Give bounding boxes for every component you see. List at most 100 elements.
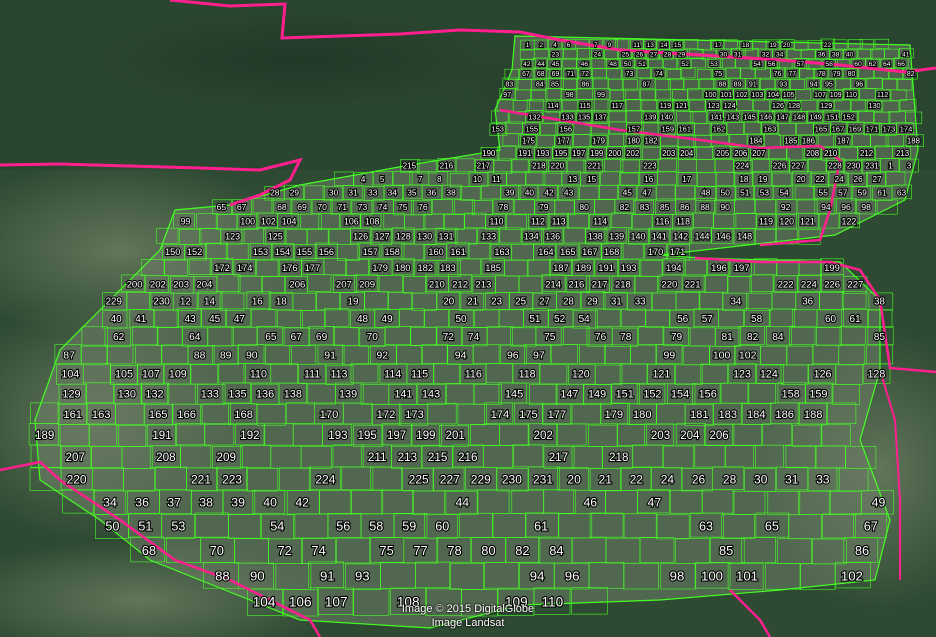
parcel-number: 124 xyxy=(724,101,736,110)
parcel-number: 205 xyxy=(716,149,730,158)
parcel-number: 28 xyxy=(723,472,737,486)
parcel-number: 171 xyxy=(866,124,879,133)
terrain-forest-patch-2 xyxy=(100,10,500,110)
map-view[interactable]: 1 2 4 6 7 9 11 13 14 15 17 18 19 20 22 23 24 25 26 27 28 29 30… xyxy=(0,0,936,637)
parcel-number: 213 xyxy=(896,149,910,158)
parcel-number: 113 xyxy=(552,216,566,226)
parcel-number: 93 xyxy=(355,568,370,583)
parcel-number: 112 xyxy=(877,90,888,99)
parcel-number: 159 xyxy=(661,124,674,133)
parcel-number: 151 xyxy=(616,389,634,401)
parcel-number: 30 xyxy=(754,472,768,486)
parcel-number: 215 xyxy=(428,451,448,464)
parcel-number: 206 xyxy=(289,279,305,290)
parcel-number: 44 xyxy=(537,61,545,68)
parcel-number: 72 xyxy=(278,543,292,558)
parcel-number: 20 xyxy=(567,472,581,486)
map-canvas[interactable]: 1 2 4 6 7 9 11 13 14 15 17 18 19 20 2223 24 25 26 27 28 29 30… xyxy=(0,0,936,637)
parcel-number: 145 xyxy=(743,113,756,122)
parcel-number: 76 xyxy=(774,71,782,78)
parcel-number: 89 xyxy=(220,350,232,362)
parcel-number: 66 xyxy=(897,61,905,68)
parcel-number: 20 xyxy=(783,42,791,49)
parcel-number: 96 xyxy=(565,568,580,583)
parcel-number: 224 xyxy=(736,162,750,171)
parcel-number: 69 xyxy=(316,332,328,343)
parcel-number: 75 xyxy=(379,543,393,558)
parcel-number: 100 xyxy=(240,216,255,226)
parcel-number: 45 xyxy=(623,188,633,198)
parcel-number: 216 xyxy=(458,451,478,464)
parcel-number: 217 xyxy=(477,162,491,171)
parcel-number: 16 xyxy=(644,175,654,184)
parcel-number: 191 xyxy=(152,430,171,442)
parcel-number: 218 xyxy=(532,162,546,171)
parcel-number: 30 xyxy=(329,188,339,198)
parcel-number: 99 xyxy=(664,350,676,362)
parcel-number: 83 xyxy=(505,81,513,89)
parcel-number: 128 xyxy=(867,369,885,381)
parcel-number: 218 xyxy=(615,279,631,290)
parcel-number: 42 xyxy=(295,496,309,510)
parcel-number: 94 xyxy=(530,568,545,583)
parcel-number: 231 xyxy=(865,162,879,171)
parcel-number: 141 xyxy=(652,231,667,241)
parcel-number: 167 xyxy=(582,247,597,257)
parcel-number: 138 xyxy=(588,231,603,241)
parcel-number: 92 xyxy=(781,202,791,212)
parcel-number: 174 xyxy=(900,124,913,133)
parcel-number: 156 xyxy=(319,247,334,257)
parcel-number: 86 xyxy=(581,81,589,89)
parcel-number: 88 xyxy=(194,350,206,362)
parcel-number: 220 xyxy=(661,279,677,290)
parcel-number: 111 xyxy=(304,369,320,381)
parcel-number: 94 xyxy=(810,81,818,89)
parcel-number: 130 xyxy=(118,389,136,401)
parcel-number: 212 xyxy=(452,279,468,290)
parcel-number: 49 xyxy=(382,314,394,325)
parcel-number: 44 xyxy=(455,496,469,510)
parcel-number: 85 xyxy=(719,543,733,558)
parcel-number: 68 xyxy=(537,71,545,78)
parcel-number: 149 xyxy=(588,389,606,401)
parcel-number: 60 xyxy=(825,314,837,325)
parcel-number: 170 xyxy=(320,409,339,421)
parcel-number: 21 xyxy=(599,472,613,486)
parcel-number: 152 xyxy=(643,389,661,401)
parcel-number: 209 xyxy=(359,279,375,290)
parcel-number: 36 xyxy=(135,496,149,510)
parcel-number: 223 xyxy=(643,162,657,171)
parcel-number: 1 xyxy=(888,162,893,171)
parcel-number: 58 xyxy=(825,61,833,68)
parcel-number: 186 xyxy=(802,136,815,145)
parcel-number: 25 xyxy=(515,296,526,307)
parcel-number: 16 xyxy=(252,296,263,307)
parcel-number: 146 xyxy=(760,113,773,122)
parcel-number: 136 xyxy=(256,389,274,401)
parcel-number: 57 xyxy=(702,314,714,325)
parcel-number: 71 xyxy=(338,202,348,212)
parcel-number: 216 xyxy=(440,162,454,171)
parcel-number: 56 xyxy=(768,61,776,68)
parcel-number: 163 xyxy=(764,124,777,133)
parcel-number: 74 xyxy=(468,332,480,343)
parcel-number: 74 xyxy=(378,202,388,212)
parcel-number: 27 xyxy=(873,175,883,184)
parcel-number: 10 xyxy=(473,175,483,184)
parcel-number: 98 xyxy=(670,568,685,583)
parcel-number: 22 xyxy=(824,42,832,49)
parcel-number: 222 xyxy=(778,279,794,290)
parcel-number: 179 xyxy=(372,262,388,273)
parcel-number: 89 xyxy=(734,81,742,89)
parcel-number: 21 xyxy=(467,296,478,307)
parcel-number: 5 xyxy=(380,175,385,184)
parcel-number: 97 xyxy=(503,90,511,99)
parcel-number: 72 xyxy=(581,71,589,78)
parcel-number: 206 xyxy=(734,149,748,158)
parcel-number: 207 xyxy=(752,149,765,158)
parcel-number: 4 xyxy=(553,42,557,49)
parcel-number: 40 xyxy=(263,496,277,510)
parcel-number: 61 xyxy=(850,314,862,325)
parcel-number: 84 xyxy=(772,332,784,343)
parcel-number: 220 xyxy=(67,472,87,486)
